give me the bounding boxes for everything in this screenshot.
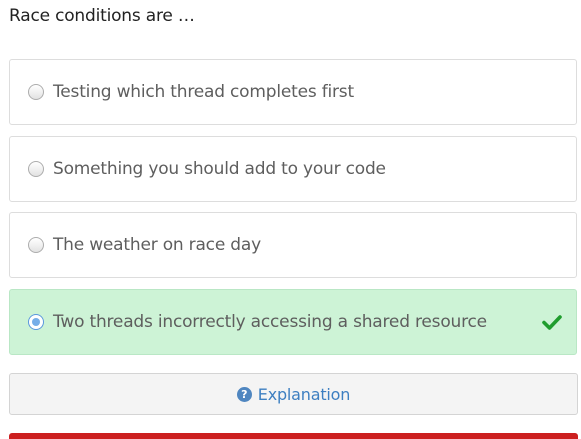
radio-button[interactable] [28, 237, 44, 253]
question-text: Race conditions are … [9, 6, 195, 26]
explanation-button[interactable]: ? Explanation [9, 373, 578, 415]
answer-option-4-correct[interactable]: Two threads incorrectly accessing a shar… [9, 289, 577, 355]
alert-bar [9, 433, 578, 439]
radio-button-selected[interactable] [28, 314, 44, 330]
answer-option-label: Testing which thread completes first [53, 82, 354, 102]
answer-option-label: Two threads incorrectly accessing a shar… [53, 312, 487, 332]
radio-button[interactable] [28, 161, 44, 177]
answer-option-label: The weather on race day [53, 235, 261, 255]
question-circle-icon: ? [236, 386, 252, 402]
explanation-label: Explanation [257, 384, 351, 404]
answer-option-label: Something you should add to your code [53, 159, 386, 179]
answer-option-1[interactable]: Testing which thread completes first [9, 59, 577, 125]
checkmark-icon [542, 315, 562, 330]
answer-option-2[interactable]: Something you should add to your code [9, 136, 577, 202]
radio-button[interactable] [28, 84, 44, 100]
answer-option-3[interactable]: The weather on race day [9, 212, 577, 278]
